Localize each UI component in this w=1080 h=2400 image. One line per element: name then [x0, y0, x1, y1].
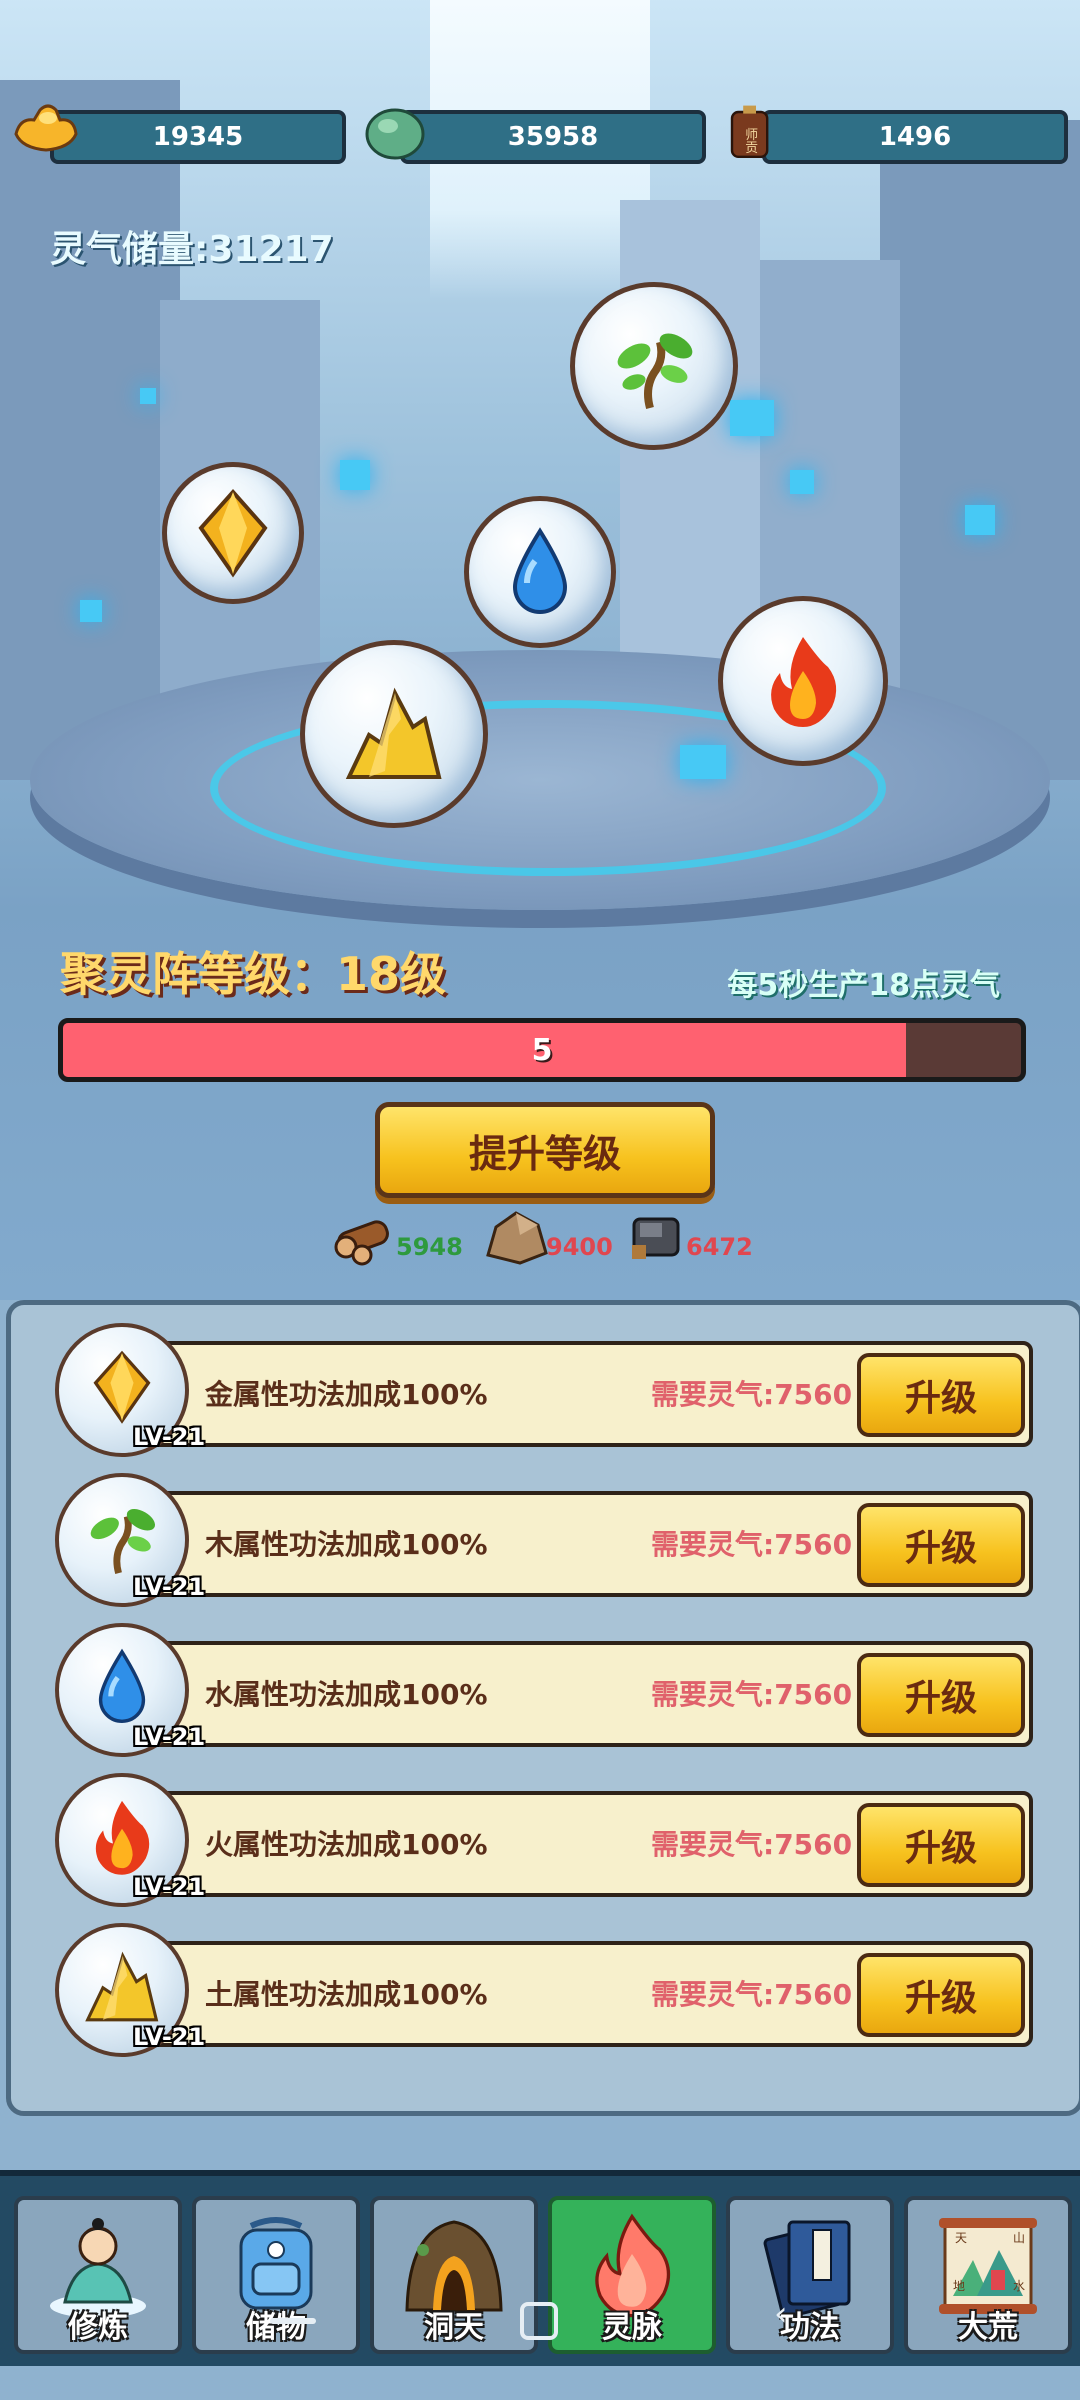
upgrade-level-button[interactable]: 提升等级 [375, 1102, 715, 1198]
nav-label-storage: 储物 [246, 2310, 306, 2345]
attribute-upgrade-panel: LV-21 金属性功法加成100% 需要灵气:7560 升级 LV-21 木属性… [6, 1300, 1080, 2116]
attribute-row-wood: LV-21 木属性功法加成100% 需要灵气:7560 升级 [55, 1473, 1035, 1607]
production-rate-label: 每5秒生产18点灵气 [727, 968, 1000, 1003]
orb-water[interactable] [464, 496, 616, 648]
nav-label-spirit-vein: 灵脉 [602, 2310, 662, 2345]
array-level-title: 聚灵阵等级：18级 [60, 947, 447, 1001]
nav-tab-cultivate[interactable]: 修炼 [14, 2196, 182, 2354]
master-token-icon-text: 师贡 [742, 128, 757, 154]
rock-right [880, 120, 1080, 780]
nav-label-cultivate: 修炼 [68, 2310, 128, 2345]
attribute-row-fire: LV-21 火属性功法加成100% 需要灵气:7560 升级 [55, 1773, 1035, 1907]
gold-crystal-icon [93, 1351, 151, 1425]
resource-gold-value: 19345 [50, 110, 346, 164]
gold-crystal-icon [198, 488, 268, 578]
wood-sprout-icon [617, 333, 693, 410]
attribute-cost: 需要灵气:7560 [651, 1978, 853, 2011]
earth-mountain-icon [345, 687, 442, 779]
cost-wood-value: 5948 [396, 1233, 463, 1261]
resource-gold: 19345 [10, 104, 346, 164]
resource-jade: 35958 [360, 108, 706, 164]
orb-gold[interactable] [162, 462, 304, 604]
attribute-cost: 需要灵气:7560 [651, 1378, 853, 1411]
array-progress-bar: 5 [58, 1018, 1026, 1082]
resource-master-token: 1496 师贡 [722, 105, 1068, 164]
cost-wood: 5948 [330, 1205, 463, 1267]
wood-log-icon [334, 1220, 389, 1266]
spirit-spark [790, 470, 814, 494]
master-token-icon: 师贡 [730, 105, 769, 158]
attribute-level: LV-21 [133, 1423, 206, 1451]
resource-jade-value: 35958 [400, 110, 706, 164]
attribute-level: LV-21 [133, 1723, 206, 1751]
resource-master-token-value: 1496 [762, 110, 1068, 164]
map-scroll-text: 山 [1013, 2231, 1025, 2245]
attribute-description: 金属性功法加成100% [205, 1378, 488, 1411]
orb-fire[interactable] [718, 596, 888, 766]
system-home-handle[interactable] [270, 2318, 316, 2324]
attribute-upgrade-button-water[interactable]: 升级 [857, 1653, 1025, 1737]
nav-label-cave: 洞天 [424, 2310, 484, 2345]
water-drop-icon [512, 527, 568, 614]
attribute-upgrade-button-fire[interactable]: 升级 [857, 1803, 1025, 1887]
attribute-level: LV-21 [133, 2023, 206, 2051]
spirit-spark [730, 400, 774, 436]
orb-earth[interactable] [300, 640, 488, 828]
nav-label-techniques: 功法 [780, 2310, 840, 2345]
nav-tab-spirit-vein[interactable]: 灵脉 [548, 2196, 716, 2354]
nav-label-wilderness: 大荒 [958, 2310, 1018, 2345]
attribute-description: 土属性功法加成100% [205, 1978, 488, 2011]
attribute-cost: 需要灵气:7560 [651, 1528, 853, 1561]
rock-left [0, 80, 180, 780]
attribute-level: LV-21 [133, 1873, 206, 1901]
map-scroll-text: 地 [953, 2279, 965, 2293]
cost-iron-value: 6472 [686, 1233, 753, 1261]
cost-iron: 6472 [620, 1205, 753, 1267]
cost-stone: 9400 [480, 1205, 613, 1267]
array-progress-text: 5 [531, 1032, 553, 1068]
water-drop-icon [98, 1649, 146, 1724]
stone-icon [486, 1211, 548, 1265]
fire-flame-icon [95, 1801, 150, 1876]
wood-sprout-icon [90, 1509, 155, 1575]
spirit-spark [680, 745, 726, 779]
attribute-cost: 需要灵气:7560 [651, 1828, 853, 1861]
attribute-upgrade-button-wood[interactable]: 升级 [857, 1503, 1025, 1587]
attribute-description: 木属性功法加成100% [205, 1528, 488, 1561]
attribute-upgrade-button-gold[interactable]: 升级 [857, 1353, 1025, 1437]
attribute-row-gold: LV-21 金属性功法加成100% 需要灵气:7560 升级 [55, 1323, 1035, 1457]
attribute-row-earth: LV-21 土属性功法加成100% 需要灵气:7560 升级 [55, 1923, 1035, 2057]
attribute-upgrade-button-earth[interactable]: 升级 [857, 1953, 1025, 2037]
iron-ore-icon [632, 1217, 680, 1259]
system-back-button[interactable]: ‹ [774, 2294, 788, 2334]
cost-stone-value: 9400 [546, 1233, 613, 1261]
attribute-description: 火属性功法加成100% [205, 1828, 488, 1861]
attribute-level: LV-21 [133, 1573, 206, 1601]
map-scroll-text: 天 [955, 2231, 967, 2245]
attribute-description: 水属性功法加成100% [205, 1678, 488, 1711]
upgrade-cost-list: 5948 9400 6472 [330, 1205, 760, 1275]
nav-tab-cave[interactable]: 洞天 [370, 2196, 538, 2354]
system-recents-button[interactable] [520, 2302, 558, 2340]
spirit-spark [340, 460, 370, 490]
attribute-row-water: LV-21 水属性功法加成100% 需要灵气:7560 升级 [55, 1623, 1035, 1757]
spirit-spark [140, 388, 156, 404]
spirit-spark [965, 505, 995, 535]
map-scroll-text: 水 [1013, 2279, 1025, 2293]
fire-flame-icon [771, 637, 837, 727]
nav-tab-wilderness[interactable]: 天 山 地 水 大荒 [904, 2196, 1072, 2354]
earth-mountain-icon [85, 1952, 159, 2022]
jade-stone-icon [365, 108, 425, 160]
nav-tab-storage[interactable]: 储物 [192, 2196, 360, 2354]
nav-tab-techniques[interactable]: 功法 [726, 2196, 894, 2354]
spirit-storage-label: 灵气储量:31217 [50, 229, 334, 270]
orb-wood[interactable] [570, 282, 738, 450]
attribute-cost: 需要灵气:7560 [651, 1678, 853, 1711]
gold-ingot-icon [14, 104, 78, 152]
spirit-spark [80, 600, 102, 622]
